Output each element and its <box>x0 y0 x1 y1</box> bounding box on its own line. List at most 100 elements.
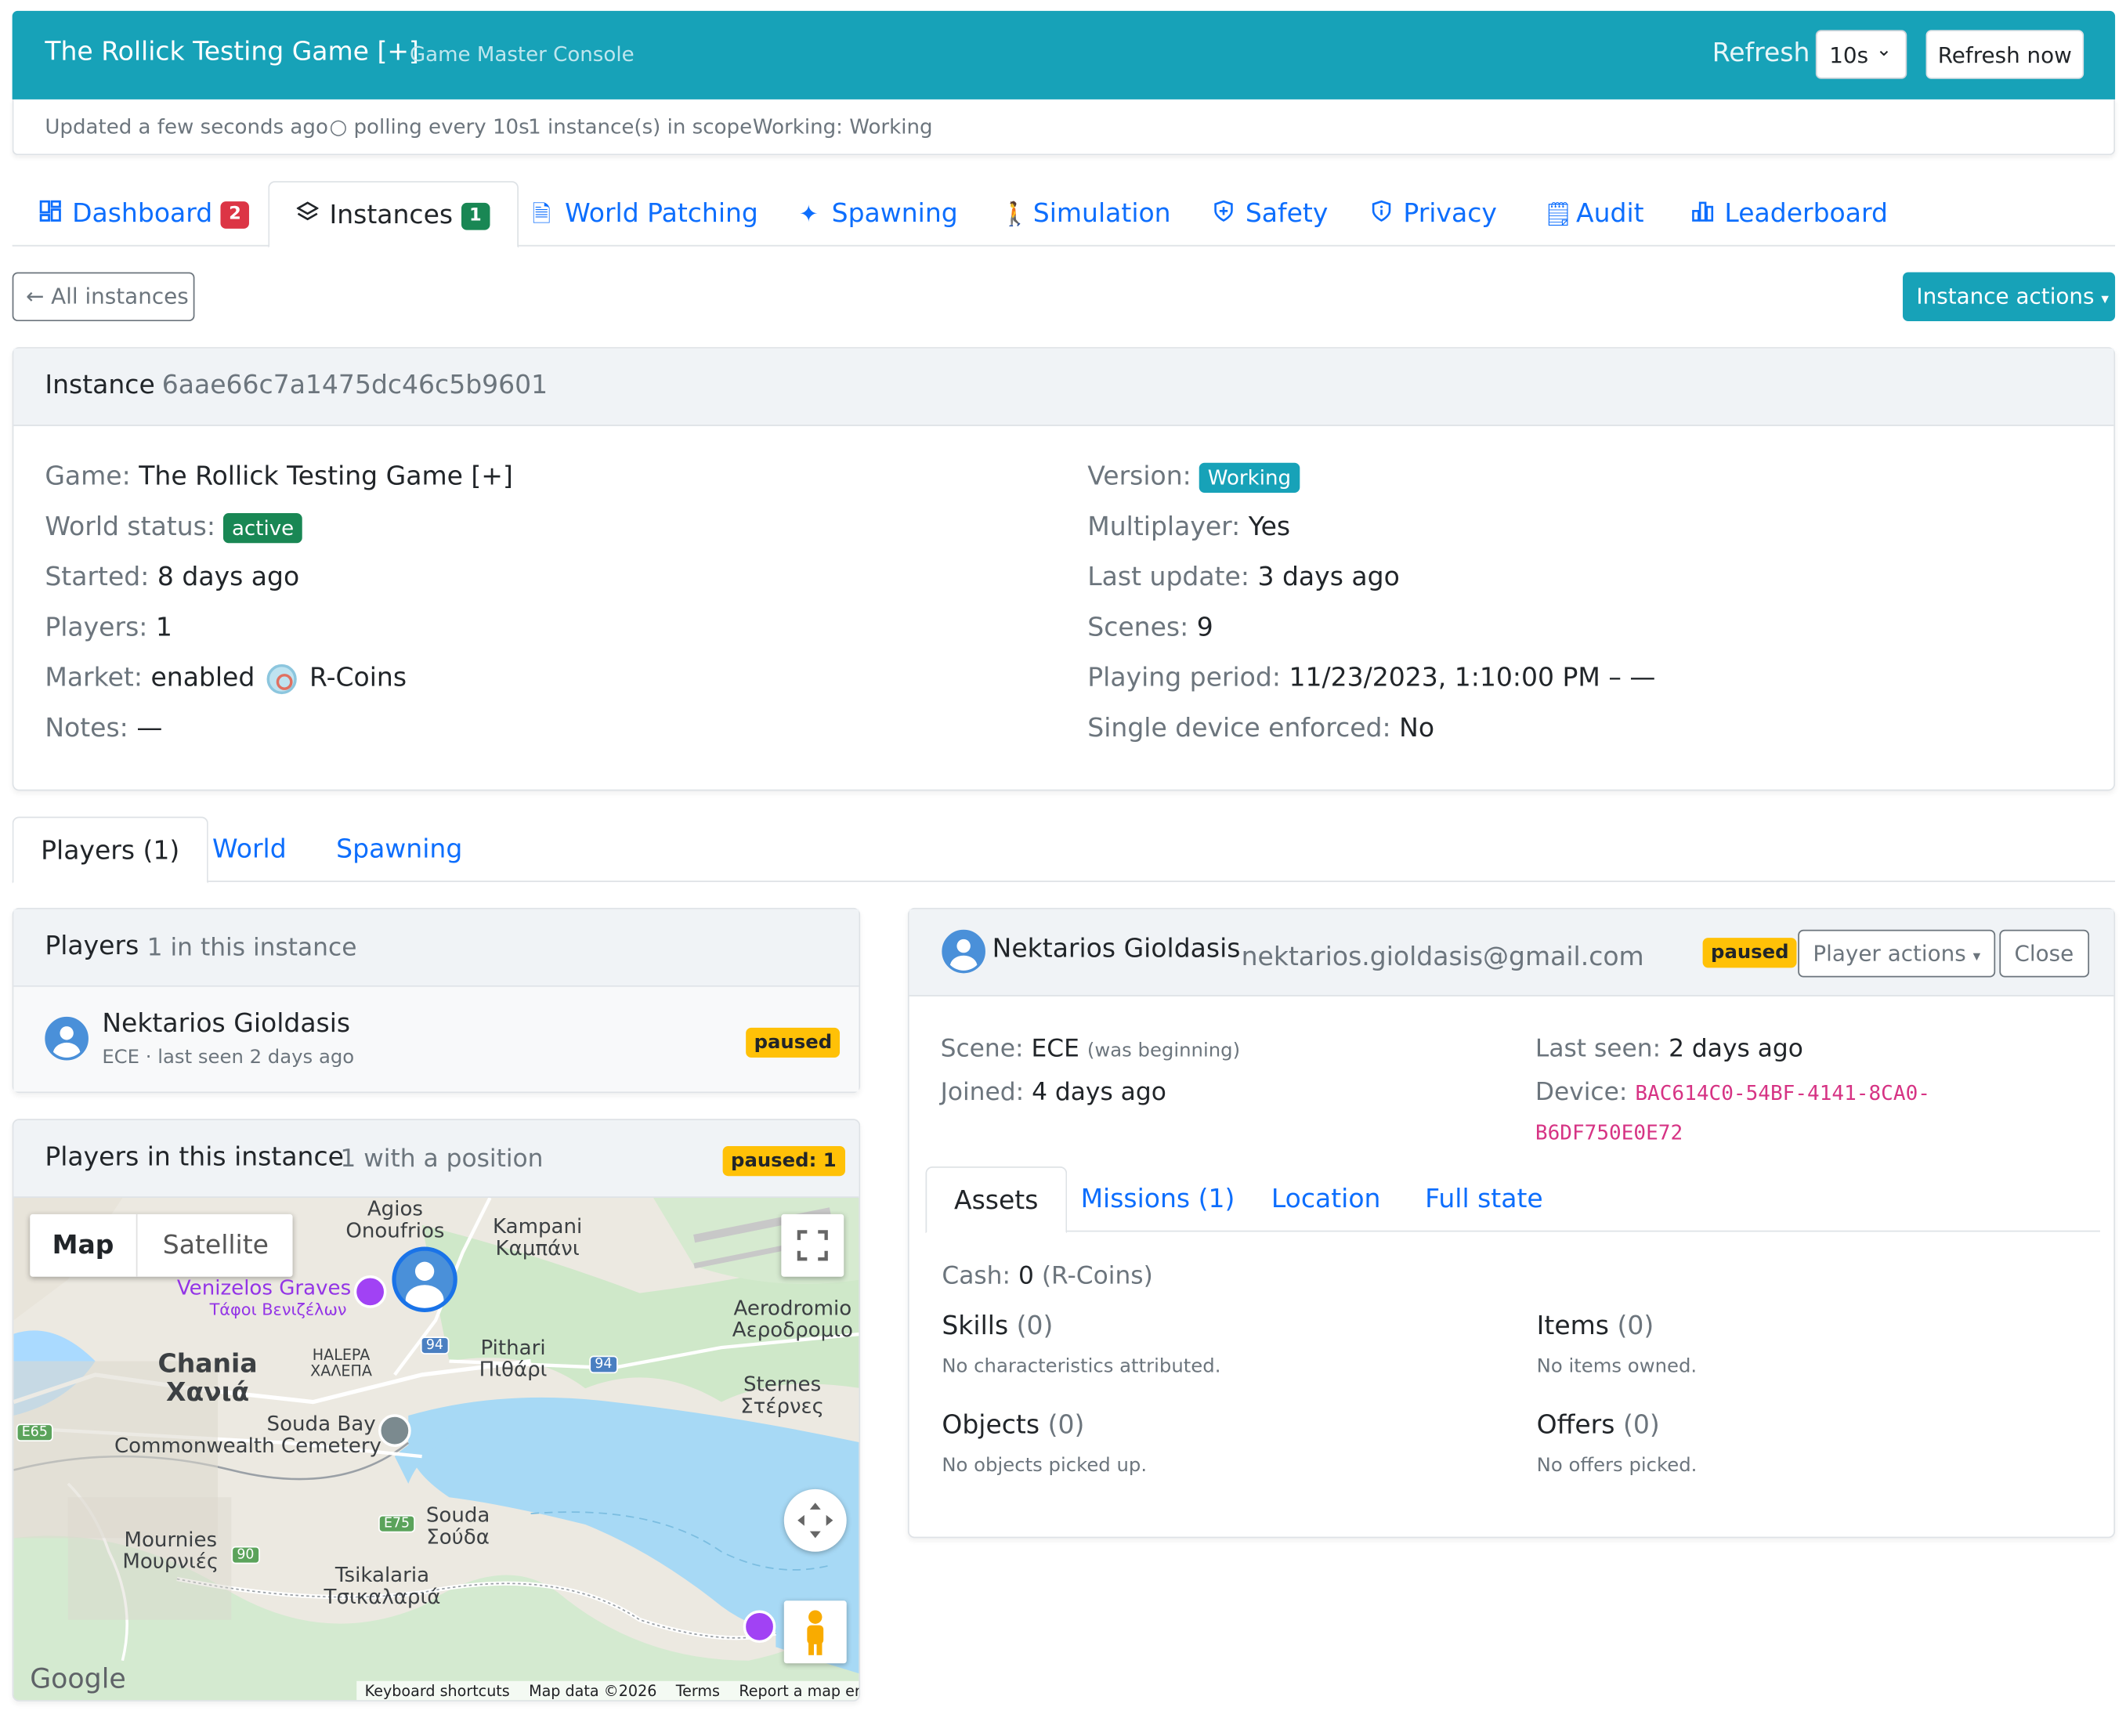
polling-text: ○ polling every 10s <box>329 114 530 139</box>
market-row: Market: enabled R-Coins <box>45 663 407 694</box>
scene-key: Scene: <box>940 1034 1024 1063</box>
map-label-venizelos-gr: Τάφοι Βενιζέλων <box>209 1300 347 1319</box>
tab-spawning[interactable]: ✦ Spawning <box>772 181 985 246</box>
pegman-icon <box>807 1610 824 1655</box>
last-update-row: Last update: 3 days ago <box>1087 562 1400 592</box>
world-status-key: World status: <box>45 512 216 542</box>
satellite-type-button[interactable]: Satellite <box>139 1214 292 1277</box>
cemetery-pin-icon[interactable] <box>378 1414 411 1447</box>
map-pan-button[interactable] <box>783 1488 847 1552</box>
map-label-sternes: Sternes Στέρνες <box>740 1372 824 1419</box>
multiplayer-value: Yes <box>1248 512 1291 542</box>
pegman-button[interactable] <box>783 1600 847 1664</box>
players-map-card: Players in this instance 1 with a positi… <box>12 1119 861 1702</box>
keyboard-shortcuts-link[interactable]: Keyboard shortcuts <box>365 1683 510 1701</box>
close-button[interactable]: Close <box>1999 929 2089 978</box>
offers-count: (0) <box>1622 1410 1660 1441</box>
map-label-halepa: HALEPA ΧΑΛΕΠΑ <box>310 1346 372 1380</box>
landmark-pin-icon[interactable] <box>743 1610 776 1644</box>
player-name: Nektarios Gioldasis <box>102 1008 351 1039</box>
map-type-button[interactable]: Map <box>30 1213 138 1277</box>
cash-row: Cash: 0 (R-Coins) <box>942 1262 1152 1290</box>
tab-instances[interactable]: Instances 1 <box>268 181 519 249</box>
map-card-subtitle: 1 with a position <box>340 1145 544 1174</box>
scene-row: Scene: ECE (was beginning) <box>941 1035 1240 1063</box>
joined-value: 4 days ago <box>1032 1078 1166 1107</box>
map-label-aerodromio: Aerodromio Αεροδρομιο <box>732 1296 853 1343</box>
tab-dashboard[interactable]: Dashboard 2 <box>13 181 277 246</box>
tab-assets[interactable]: Assets <box>925 1166 1067 1234</box>
players-card-header: Players 1 in this instance <box>13 909 859 987</box>
cash-unit: (R-Coins) <box>1041 1261 1153 1291</box>
last-update-value: 3 days ago <box>1257 562 1400 592</box>
map-label-kampani: Kampani Καμπάνι <box>492 1213 583 1260</box>
journal-icon: 🗒 <box>1543 201 1573 229</box>
map-label-cemetery: Commonwealth Cemetery <box>114 1433 381 1458</box>
tab-privacy[interactable]: Privacy <box>1343 181 1524 246</box>
player-actions-button[interactable]: Player actions ▾ <box>1798 929 1996 978</box>
walking-icon: 🚶 <box>1000 201 1029 229</box>
last-seen-value: 2 days ago <box>1669 1034 1803 1063</box>
dashboard-icon <box>39 183 63 248</box>
player-detail-tabs: Assets Missions (1) Location Full state <box>925 1166 2100 1234</box>
offers-title: Offers <box>1536 1410 1615 1441</box>
instance-card-header: Instance 6aae66c7a1475dc46c5b9601 <box>13 348 2114 426</box>
report-error-link[interactable]: Report a map error <box>739 1683 859 1701</box>
road-94-marker: 94 <box>589 1355 618 1374</box>
tab-label: Spawning <box>831 198 958 229</box>
notes-value: — <box>136 713 163 743</box>
status-badge: paused <box>746 1027 841 1058</box>
instance-id: 6aae66c7a1475dc46c5b9601 <box>161 370 548 400</box>
landmark-pin-icon[interactable] <box>353 1275 387 1308</box>
map-label-chania: Chania Χανιά <box>157 1348 258 1408</box>
items-heading: Items (0) <box>1537 1311 1654 1340</box>
single-device-row: Single device enforced: No <box>1087 713 1434 743</box>
player-marker-icon[interactable] <box>392 1246 457 1312</box>
players-card-title: Players <box>45 931 139 961</box>
instance-actions-button[interactable]: Instance actions ▾ <box>1903 272 2116 322</box>
device-id-line1: BAC614C0-54BF-4141-8CA0- <box>1635 1080 1930 1105</box>
detail-player-email: nektarios.gioldasis@gmail.com <box>1241 942 1644 972</box>
tab-world-patching[interactable]: 🗎 World Patching <box>505 181 786 246</box>
refresh-interval-value: 10s <box>1829 42 1869 68</box>
tab-simulation[interactable]: 🚶 Simulation <box>973 181 1198 246</box>
refresh-now-button[interactable]: Refresh now <box>1925 30 2084 79</box>
map-label-venizelos: Venizelos Graves <box>176 1275 352 1300</box>
status-bar: Updated a few seconds ago ○ polling ever… <box>12 99 2116 156</box>
tab-label: Leaderboard <box>1724 198 1888 229</box>
map-view[interactable]: Map Satellite Agios Onoufrios Kampani Κα… <box>13 1198 859 1701</box>
tab-label: Safety <box>1245 198 1329 229</box>
single-device-value: No <box>1399 713 1435 743</box>
tab-location[interactable]: Location <box>1244 1166 1408 1231</box>
world-status-badge: active <box>223 512 302 543</box>
playing-period-row: Playing period: 11/23/2023, 1:10:00 PM –… <box>1087 663 1655 693</box>
instance-label: Instance <box>45 370 155 400</box>
caret-down-icon: ▾ <box>1972 947 1981 965</box>
detail-player-name: Nektarios Gioldasis <box>992 933 1241 964</box>
playing-period-value: 11/23/2023, 1:10:00 PM – — <box>1289 663 1656 693</box>
instances-badge: 1 <box>461 202 490 230</box>
items-empty: No items owned. <box>1536 1355 1698 1378</box>
offers-empty: No offers picked. <box>1536 1455 1698 1477</box>
tab-audit[interactable]: 🗒 Audit <box>1517 181 1672 246</box>
players-value: 1 <box>155 612 172 643</box>
map-label-pithari: Pithari Πιθάρι <box>479 1335 548 1382</box>
tab-spawning-sub[interactable]: Spawning <box>309 817 490 882</box>
started-row: Started: 8 days ago <box>45 562 299 592</box>
tab-players[interactable]: Players (1) <box>12 816 208 884</box>
player-list-item[interactable]: Nektarios Gioldasis ECE · last seen 2 da… <box>13 986 859 1092</box>
tab-safety[interactable]: Safety <box>1185 181 1355 246</box>
fullscreen-button[interactable] <box>781 1213 844 1277</box>
dashboard-badge: 2 <box>220 201 250 229</box>
world-status-row: World status: active <box>45 512 302 543</box>
tab-world[interactable]: World <box>185 817 313 882</box>
version-key: Version: <box>1087 461 1191 492</box>
terms-link[interactable]: Terms <box>676 1683 720 1701</box>
refresh-interval-select[interactable]: 10s ⌄ <box>1815 30 1907 79</box>
tab-missions[interactable]: Missions (1) <box>1054 1166 1262 1231</box>
tab-leaderboard[interactable]: Leaderboard <box>1665 181 1915 246</box>
all-instances-button[interactable]: ← All instances <box>12 272 195 322</box>
layers-icon <box>295 184 321 249</box>
objects-count: (0) <box>1047 1410 1085 1441</box>
tab-full-state[interactable]: Full state <box>1397 1166 1570 1231</box>
